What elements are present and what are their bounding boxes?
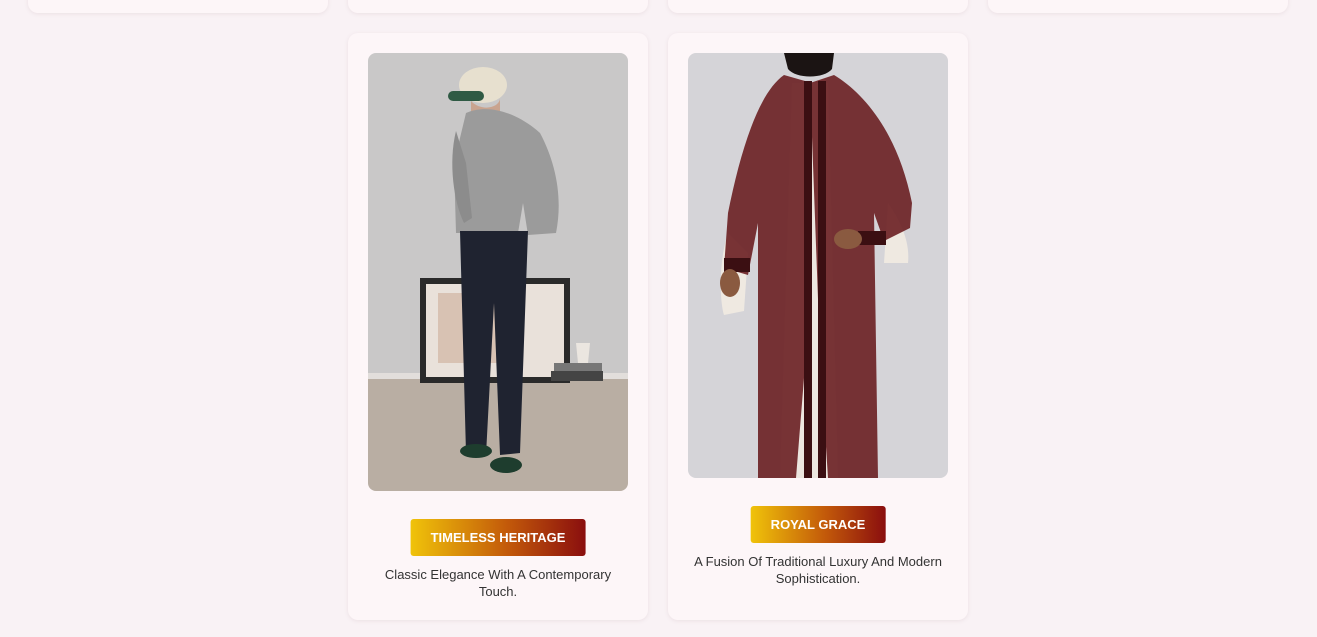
product-title-badge[interactable]: ROYAL GRACE — [750, 506, 886, 543]
product-title-badge[interactable]: TIMELESS HERITAGE — [410, 519, 586, 556]
product-card-royal-grace[interactable]: ROYAL GRACE A Fusion Of Traditional Luxu… — [668, 33, 968, 620]
product-card-top-2[interactable] — [348, 0, 648, 13]
product-card-top-3[interactable] — [668, 0, 968, 13]
product-image[interactable] — [368, 53, 628, 491]
product-description: Classic Elegance With A Contemporary Tou… — [384, 567, 612, 599]
product-description: A Fusion Of Traditional Luxury And Moder… — [694, 554, 942, 586]
product-image[interactable] — [688, 53, 948, 478]
product-card-top-4[interactable] — [988, 0, 1288, 13]
product-card-top-1[interactable] — [28, 0, 328, 13]
product-card-timeless-heritage[interactable]: TIMELESS HERITAGE Classic Elegance With … — [348, 33, 648, 620]
